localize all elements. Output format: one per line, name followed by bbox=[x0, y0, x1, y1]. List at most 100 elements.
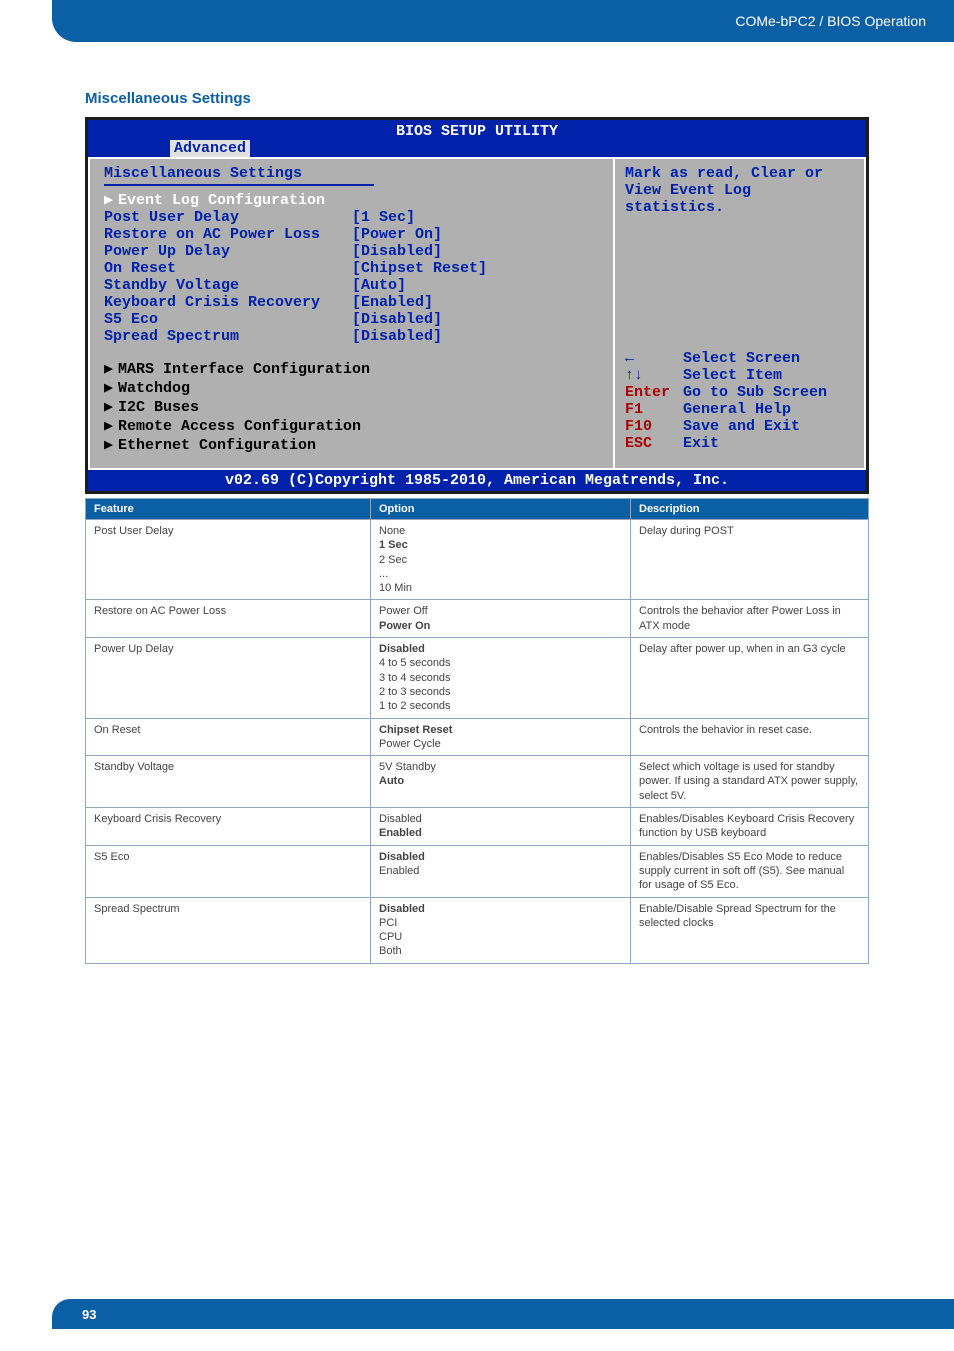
bios-setting-row[interactable]: Post User Delay[1 Sec] bbox=[104, 209, 599, 226]
option-value: ... bbox=[379, 567, 622, 581]
bios-setting-row[interactable]: S5 Eco[Disabled] bbox=[104, 311, 599, 328]
header-breadcrumb-bar: COMe-bPC2 / BIOS Operation bbox=[52, 0, 954, 42]
bios-nav-key: ↑↓ bbox=[625, 367, 683, 384]
bios-setting-value: [Disabled] bbox=[352, 311, 442, 328]
bios-setting-value: [Chipset Reset] bbox=[352, 260, 487, 277]
triangle-right-icon: ▶ bbox=[104, 397, 118, 416]
cell-description: Controls the behavior after Power Loss i… bbox=[631, 600, 869, 638]
option-value: Disabled bbox=[379, 850, 622, 864]
option-value: Power Cycle bbox=[379, 737, 622, 751]
bios-nav-row: F10Save and Exit bbox=[625, 418, 854, 435]
bios-setting-value: [1 Sec] bbox=[352, 209, 415, 226]
bios-copyright: v02.69 (C)Copyright 1985-2010, American … bbox=[88, 470, 866, 491]
bios-setting-row[interactable]: Restore on AC Power Loss[Power On] bbox=[104, 226, 599, 243]
divider bbox=[104, 184, 374, 186]
bios-setting-row[interactable]: Keyboard Crisis Recovery[Enabled] bbox=[104, 294, 599, 311]
bios-nav-key: F10 bbox=[625, 418, 683, 435]
option-value: 4 to 5 seconds bbox=[379, 656, 622, 670]
option-value: PCI bbox=[379, 916, 622, 930]
bios-nav-row: ESCExit bbox=[625, 435, 854, 452]
col-feature: Feature bbox=[86, 499, 371, 520]
bios-submenu-item[interactable]: ▶Ethernet Configuration bbox=[104, 435, 599, 454]
option-value: Auto bbox=[379, 774, 622, 788]
table-row: S5 EcoDisabledEnabledEnables/Disables S5… bbox=[86, 845, 869, 897]
option-value: Disabled bbox=[379, 642, 622, 656]
option-value: Chipset Reset bbox=[379, 723, 622, 737]
option-value: 2 Sec bbox=[379, 553, 622, 567]
bios-panel-title: Miscellaneous Settings bbox=[104, 165, 599, 182]
option-value: None bbox=[379, 524, 622, 538]
table-row: Keyboard Crisis RecoveryDisabledEnabledE… bbox=[86, 808, 869, 846]
bios-nav-row: ←Select Screen bbox=[625, 350, 854, 367]
bios-nav-row: ↑↓Select Item bbox=[625, 367, 854, 384]
bios-help-text: Mark as read, Clear or View Event Log st… bbox=[625, 165, 854, 216]
bios-tab-advanced[interactable]: Advanced bbox=[170, 140, 250, 157]
cell-option: Power OffPower On bbox=[371, 600, 631, 638]
cell-description: Select which voltage is used for standby… bbox=[631, 756, 869, 808]
bios-setting-value: [Enabled] bbox=[352, 294, 433, 311]
bios-nav-label: Go to Sub Screen bbox=[683, 384, 827, 401]
bios-nav-label: Exit bbox=[683, 435, 719, 452]
triangle-right-icon: ▶ bbox=[104, 435, 118, 454]
bios-setting-key: Restore on AC Power Loss bbox=[104, 226, 352, 243]
cell-description: Delay during POST bbox=[631, 520, 869, 600]
bios-nav-label: Select Item bbox=[683, 367, 782, 384]
bios-setting-value: [Power On] bbox=[352, 226, 442, 243]
option-value: Both bbox=[379, 944, 622, 958]
cell-feature: Post User Delay bbox=[86, 520, 371, 600]
triangle-right-icon: ▶ bbox=[104, 359, 118, 378]
breadcrumb: COMe-bPC2 / BIOS Operation bbox=[735, 13, 926, 29]
bios-nav-key: Enter bbox=[625, 384, 683, 401]
cell-option: Chipset ResetPower Cycle bbox=[371, 718, 631, 756]
table-row: Spread SpectrumDisabledPCICPUBothEnable/… bbox=[86, 897, 869, 963]
col-description: Description bbox=[631, 499, 869, 520]
bios-submenu-item[interactable]: ▶Remote Access Configuration bbox=[104, 416, 599, 435]
page-number: 93 bbox=[82, 1307, 96, 1322]
option-value: Enabled bbox=[379, 864, 622, 878]
bios-nav-label: Select Screen bbox=[683, 350, 800, 367]
bios-setting-row[interactable]: Spread Spectrum[Disabled] bbox=[104, 328, 599, 345]
bios-nav-help: ←Select Screen↑↓Select ItemEnterGo to Su… bbox=[625, 350, 854, 452]
bios-setting-value: [Disabled] bbox=[352, 328, 442, 345]
bios-setting-key: Keyboard Crisis Recovery bbox=[104, 294, 352, 311]
bios-nav-key: F1 bbox=[625, 401, 683, 418]
bios-nav-label: General Help bbox=[683, 401, 791, 418]
bios-nav-row: EnterGo to Sub Screen bbox=[625, 384, 854, 401]
cell-description: Controls the behavior in reset case. bbox=[631, 718, 869, 756]
bios-submenu-item[interactable]: ▶MARS Interface Configuration bbox=[104, 359, 599, 378]
bios-setting-key: S5 Eco bbox=[104, 311, 352, 328]
cell-feature: Spread Spectrum bbox=[86, 897, 371, 963]
cell-feature: Keyboard Crisis Recovery bbox=[86, 808, 371, 846]
bios-nav-key: ESC bbox=[625, 435, 683, 452]
cell-feature: Standby Voltage bbox=[86, 756, 371, 808]
table-row: Post User DelayNone1 Sec2 Sec...10 MinDe… bbox=[86, 520, 869, 600]
cell-option: 5V StandbyAuto bbox=[371, 756, 631, 808]
option-value: Enabled bbox=[379, 826, 622, 840]
cell-option: None1 Sec2 Sec...10 Min bbox=[371, 520, 631, 600]
bios-setting-value: [Disabled] bbox=[352, 243, 442, 260]
cell-feature: S5 Eco bbox=[86, 845, 371, 897]
bios-setting-key: Standby Voltage bbox=[104, 277, 352, 294]
cell-option: Disabled4 to 5 seconds3 to 4 seconds2 to… bbox=[371, 638, 631, 718]
table-row: Restore on AC Power LossPower OffPower O… bbox=[86, 600, 869, 638]
option-value: Power Off bbox=[379, 604, 622, 618]
option-value: Power On bbox=[379, 619, 622, 633]
section-title: Miscellaneous Settings bbox=[85, 90, 869, 107]
bios-submenu-item[interactable]: ▶I2C Buses bbox=[104, 397, 599, 416]
bios-setting-row[interactable]: Standby Voltage[Auto] bbox=[104, 277, 599, 294]
bios-setting-row[interactable]: Power Up Delay[Disabled] bbox=[104, 243, 599, 260]
cell-feature: On Reset bbox=[86, 718, 371, 756]
bios-left-panel: Miscellaneous Settings ▶Event Log Config… bbox=[88, 157, 614, 470]
footer-bar: 93 bbox=[52, 1299, 954, 1329]
bios-submenu-item[interactable]: ▶Watchdog bbox=[104, 378, 599, 397]
cell-description: Enable/Disable Spread Spectrum for the s… bbox=[631, 897, 869, 963]
cell-feature: Power Up Delay bbox=[86, 638, 371, 718]
option-value: 1 Sec bbox=[379, 538, 622, 552]
bios-nav-row: F1General Help bbox=[625, 401, 854, 418]
bios-setting-row[interactable]: On Reset[Chipset Reset] bbox=[104, 260, 599, 277]
bios-submenu-event-log[interactable]: ▶Event Log Configuration bbox=[104, 190, 599, 209]
col-option: Option bbox=[371, 499, 631, 520]
cell-option: DisabledPCICPUBoth bbox=[371, 897, 631, 963]
cell-option: DisabledEnabled bbox=[371, 845, 631, 897]
cell-description: Delay after power up, when in an G3 cycl… bbox=[631, 638, 869, 718]
